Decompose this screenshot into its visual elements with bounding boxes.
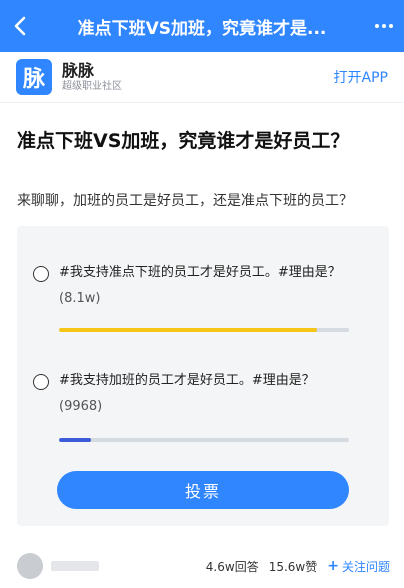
poll-option-label: #我支持准点下班的员工才是好员工。#理由是？ (8.1w) <box>59 260 359 312</box>
open-app-button[interactable]: 打开APP <box>334 67 388 87</box>
follow-label: 关注问题 <box>341 559 390 574</box>
radio-button[interactable] <box>33 374 49 390</box>
more-button[interactable] <box>364 0 404 52</box>
vote-button[interactable]: 投票 <box>57 471 349 509</box>
poll-card: #我支持准点下班的员工才是好员工。#理由是？ (8.1w) #我支持加班的员工才… <box>17 226 389 526</box>
app-info: 脉脉 超级职业社区 <box>62 61 122 94</box>
page-title: 准点下班VS加班，究竟谁才是... <box>77 18 327 39</box>
more-dots-icon <box>375 24 379 28</box>
app-logo: 脉 <box>16 59 52 95</box>
top-nav-bar: 准点下班VS加班，究竟谁才是... <box>0 0 404 52</box>
username-placeholder <box>51 561 99 571</box>
more-dots-icon <box>382 24 386 28</box>
plus-icon: + <box>327 558 339 574</box>
question-footer: 4.6w回答 15.6w赞 + 关注问题 <box>0 544 404 588</box>
poll-option-text: #我支持加班的员工才是好员工。#理由是？ <box>59 373 315 388</box>
app-slogan: 超级职业社区 <box>62 80 122 92</box>
poll-option-label: #我支持加班的员工才是好员工。#理由是？ (9968) <box>59 368 359 420</box>
app-name: 脉脉 <box>62 60 95 80</box>
poll-option-text: #我支持准点下班的员工才是好员工。#理由是？ <box>59 265 341 280</box>
radio-button[interactable] <box>33 266 49 282</box>
poll-option-count: (8.1w) <box>59 291 101 306</box>
more-dots-icon <box>389 24 393 28</box>
progress-track <box>59 328 349 332</box>
question-title: 准点下班VS加班，究竟谁才是好员工？ <box>17 130 350 152</box>
progress-fill <box>59 438 91 442</box>
follow-question-button[interactable]: + 关注问题 <box>327 558 390 575</box>
chevron-left-icon <box>14 16 26 36</box>
avatar[interactable] <box>17 553 43 579</box>
question-stats: 4.6w回答 15.6w赞 + 关注问题 <box>206 558 390 575</box>
progress-track <box>59 438 349 442</box>
progress-fill <box>59 328 318 332</box>
back-button[interactable] <box>0 0 40 52</box>
question-description: 来聊聊，加班的员工是好员工，还是准点下班的员工？ <box>17 193 353 209</box>
answer-count: 4.6w回答 <box>205 559 259 574</box>
app-banner: 脉 脉脉 超级职业社区 打开APP <box>0 52 404 103</box>
like-count: 15.6w赞 <box>268 559 318 574</box>
poll-option-count: (9968) <box>59 399 103 414</box>
